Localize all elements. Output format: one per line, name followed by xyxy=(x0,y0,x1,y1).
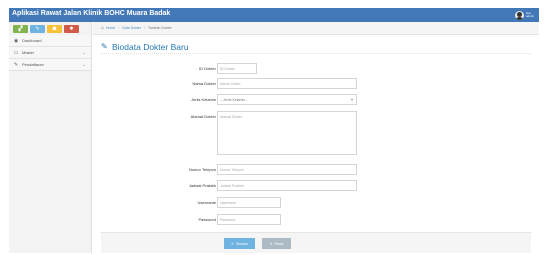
edit-icon: ✎ xyxy=(13,61,19,68)
breadcrumb: ⌂ Home / Data Dokter / Tambah Dokter xyxy=(93,22,539,35)
navbar: Aplikasi Rawat Jalan Klinik BOHC Muara B… xyxy=(9,8,539,22)
label-jadwal-praktek: Jadwal Praktek xyxy=(188,183,216,188)
save-button[interactable]: ✔ Simpan xyxy=(224,238,255,249)
nama-dokter-input[interactable]: Nama Dokter xyxy=(217,78,357,89)
avatar xyxy=(515,10,524,20)
breadcrumb-data-dokter[interactable]: Data Dokter xyxy=(122,26,141,30)
password-input[interactable]: Password xyxy=(217,214,281,225)
breadcrumb-separator: / xyxy=(144,26,146,30)
chevron-down-icon: ⌄ xyxy=(82,50,86,55)
breadcrumb-current: Tambah Dokter xyxy=(148,26,172,30)
chevron-down-icon: ▾ xyxy=(350,97,353,102)
label-nomor-telepon: Nomor Telepon xyxy=(188,167,216,172)
main-content: ⌂ Home / Data Dokter / Tambah Dokter ✎ B… xyxy=(93,22,539,253)
page-margin-right xyxy=(540,0,544,255)
user-menu[interactable]: Hai, admin xyxy=(515,9,537,21)
user-name: admin xyxy=(526,14,535,18)
jenis-kelamin-selected: -- Jenis Kelamin -- xyxy=(220,98,249,102)
label-alamat-dokter: Alamat Dokter xyxy=(190,114,216,119)
user-info: Hai, admin xyxy=(526,11,535,19)
check-icon: ✔ xyxy=(231,241,235,246)
label-username: Username xyxy=(197,200,216,205)
pencil-icon[interactable]: ✎ xyxy=(30,25,45,33)
app-window: Aplikasi Rawat Jalan Klinik BOHC Muara B… xyxy=(9,8,539,253)
app-title[interactable]: Aplikasi Rawat Jalan Klinik BOHC Muara B… xyxy=(12,10,170,17)
nomor-telepon-input[interactable]: Nomor Telepon xyxy=(217,164,357,175)
bar-chart-icon[interactable]: ▞ xyxy=(13,25,28,33)
alamat-dokter-textarea[interactable]: Alamat Dokter xyxy=(217,111,357,155)
sidebar-item-label: Dashboard xyxy=(22,38,42,43)
cogs-icon[interactable]: ✱ xyxy=(64,25,79,33)
sidebar-item-dashboard[interactable]: ◉ Dashboard xyxy=(9,35,91,47)
jadwal-praktek-input[interactable]: Jadwal Praktek xyxy=(217,180,357,191)
page-margin-left xyxy=(0,0,9,255)
sidebar-shortcuts: ▞ ✎ ☗ ✱ xyxy=(9,22,91,35)
sidebar-item-pendaftaran[interactable]: ✎ Pendaftaran ⌄ xyxy=(9,59,91,71)
users-icon[interactable]: ☗ xyxy=(47,25,62,33)
label-password: Password xyxy=(198,217,216,222)
breadcrumb-home[interactable]: Home xyxy=(106,26,115,30)
sidebar: ▞ ✎ ☗ ✱ ◉ Dashboard ▭ Master ⌄ ✎ Pendaft… xyxy=(9,22,92,253)
reset-button-label: Reset xyxy=(274,241,284,246)
save-button-label: Simpan xyxy=(236,241,248,246)
home-icon[interactable]: ⌂ xyxy=(101,25,104,31)
username-input[interactable]: Username xyxy=(217,197,281,208)
sidebar-item-label: Master xyxy=(22,50,35,55)
breadcrumb-separator: / xyxy=(118,26,120,30)
reset-button[interactable]: ↺ Reset xyxy=(262,238,291,249)
undo-icon: ↺ xyxy=(269,241,273,246)
jenis-kelamin-select[interactable]: -- Jenis Kelamin -- ▾ xyxy=(217,94,357,105)
id-dokter-input[interactable]: ID Dokter xyxy=(217,63,257,74)
desktop-icon: ▭ xyxy=(13,49,19,56)
page-title: Biodata Dokter Baru xyxy=(112,41,189,52)
edit-icon: ✎ xyxy=(101,41,108,51)
label-nama-dokter: Nama Dokter xyxy=(192,81,216,86)
sidebar-item-label: Pendaftaran xyxy=(22,62,44,67)
chevron-down-icon: ⌄ xyxy=(82,62,86,67)
page-header: ✎ Biodata Dokter Baru xyxy=(101,40,531,54)
label-jenis-kelamin: Jenis Kelamin xyxy=(191,97,216,102)
label-id-dokter: ID Dokter xyxy=(199,66,216,71)
form-actions: ✔ Simpan ↺ Reset xyxy=(101,232,531,253)
dashboard-icon: ◉ xyxy=(13,37,19,44)
sidebar-item-master[interactable]: ▭ Master ⌄ xyxy=(9,47,91,59)
